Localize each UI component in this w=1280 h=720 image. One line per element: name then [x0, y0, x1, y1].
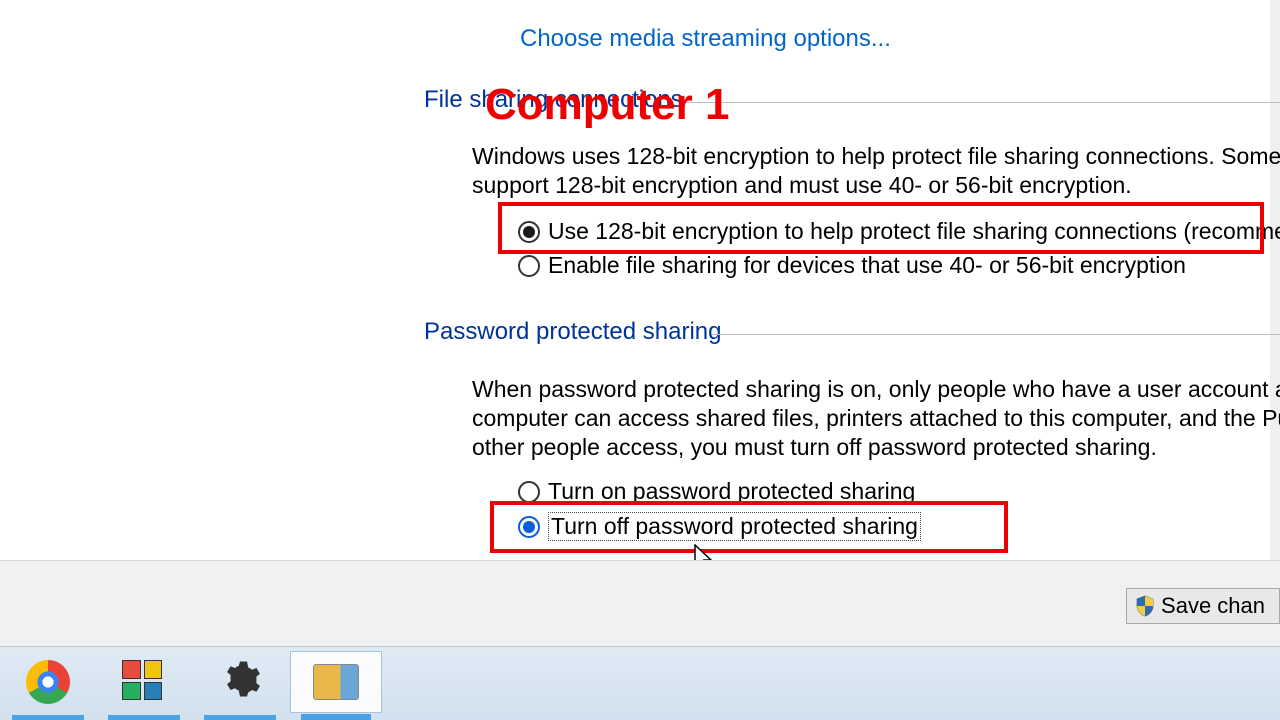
radio-label: Enable file sharing for devices that use… — [548, 252, 1186, 279]
file-sharing-heading: File sharing connections — [424, 86, 683, 114]
file-sharing-description: Windows uses 128-bit encryption to help … — [472, 142, 1280, 200]
divider — [680, 102, 1280, 103]
save-changes-button[interactable]: Save chan — [1126, 588, 1280, 624]
taskbar-app-tiles[interactable] — [98, 651, 190, 713]
taskbar-settings[interactable] — [194, 651, 286, 713]
text-line: other people access, you must turn off p… — [472, 434, 1157, 460]
radio-indicator — [518, 481, 540, 503]
radio-label: Turn off password protected sharing — [548, 512, 921, 541]
radio-128bit-encryption[interactable]: Use 128-bit encryption to help protect f… — [518, 218, 1280, 245]
settings-content: Choose media streaming options... File s… — [0, 0, 1280, 560]
tiles-icon — [122, 660, 162, 700]
text-line: When password protected sharing is on, o… — [472, 376, 1280, 402]
taskbar-control-panel[interactable] — [290, 651, 382, 713]
vertical-scrollbar[interactable] — [1270, 0, 1280, 560]
radio-label: Turn on password protected sharing — [548, 478, 915, 505]
radio-40-56bit-encryption[interactable]: Enable file sharing for devices that use… — [518, 252, 1186, 279]
chrome-icon — [26, 660, 70, 704]
password-sharing-heading: Password protected sharing — [424, 318, 722, 346]
radio-turn-on-password-sharing[interactable]: Turn on password protected sharing — [518, 478, 915, 505]
taskbar — [0, 646, 1280, 720]
radio-label: Use 128-bit encryption to help protect f… — [548, 218, 1280, 245]
dialog-footer — [0, 560, 1280, 646]
taskbar-chrome[interactable] — [2, 651, 94, 713]
password-sharing-description: When password protected sharing is on, o… — [472, 375, 1280, 461]
control-panel-icon — [313, 664, 359, 700]
text-line: support 128-bit encryption and must use … — [472, 172, 1132, 198]
button-label: Save chan — [1161, 593, 1265, 619]
radio-indicator — [518, 255, 540, 277]
uac-shield-icon — [1135, 595, 1155, 617]
text-line: Windows uses 128-bit encryption to help … — [472, 143, 1280, 169]
radio-indicator — [518, 516, 540, 538]
media-streaming-link[interactable]: Choose media streaming options... — [520, 25, 891, 53]
divider — [712, 334, 1280, 335]
gear-icon — [219, 658, 261, 706]
text-line: computer can access shared files, printe… — [472, 405, 1280, 431]
radio-turn-off-password-sharing[interactable]: Turn off password protected sharing — [518, 512, 921, 541]
radio-indicator — [518, 221, 540, 243]
